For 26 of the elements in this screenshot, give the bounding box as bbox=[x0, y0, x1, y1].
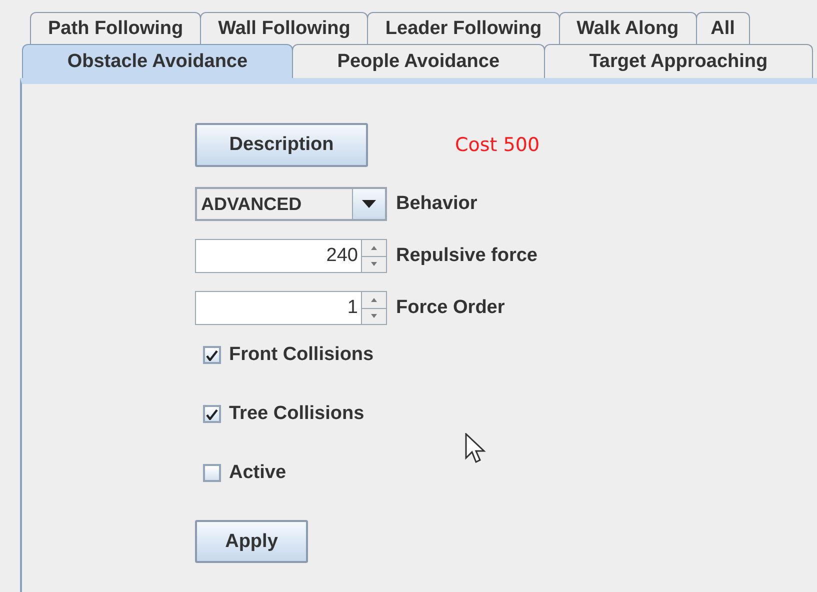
checkbox-label: Tree Collisions bbox=[229, 403, 364, 425]
number-spinner[interactable]: 1 bbox=[195, 291, 387, 325]
mouse-cursor-icon bbox=[465, 433, 487, 465]
down-arrow-icon bbox=[371, 262, 377, 266]
tab[interactable]: All bbox=[696, 12, 750, 44]
checkbox[interactable] bbox=[203, 464, 221, 482]
dropdown-arrow-icon bbox=[362, 200, 376, 208]
up-arrow-icon bbox=[371, 298, 377, 302]
behavior-dropdown[interactable]: ADVANCED bbox=[195, 187, 387, 221]
spinner-label: Force Order bbox=[396, 297, 505, 319]
description-button[interactable]: Description bbox=[195, 123, 368, 167]
apply-button[interactable]: Apply bbox=[195, 520, 308, 563]
down-arrow-icon bbox=[371, 314, 377, 318]
number-spinner[interactable]: 240 bbox=[195, 239, 387, 273]
checkbox[interactable] bbox=[203, 346, 221, 364]
behavior-label: Behavior bbox=[396, 193, 478, 215]
spinner-label: Repulsive force bbox=[396, 245, 538, 267]
tab[interactable]: Path Following bbox=[30, 12, 202, 44]
tab[interactable]: People Avoidance bbox=[292, 44, 545, 78]
checkbox[interactable] bbox=[203, 405, 221, 423]
checkbox-label: Front Collisions bbox=[229, 344, 374, 366]
up-arrow-icon bbox=[371, 246, 377, 250]
cost-label: Cost 500 bbox=[455, 134, 540, 156]
tab[interactable]: Obstacle Avoidance bbox=[22, 44, 293, 78]
checkbox-label: Active bbox=[229, 462, 286, 484]
tab[interactable]: Target Approaching bbox=[544, 44, 813, 78]
